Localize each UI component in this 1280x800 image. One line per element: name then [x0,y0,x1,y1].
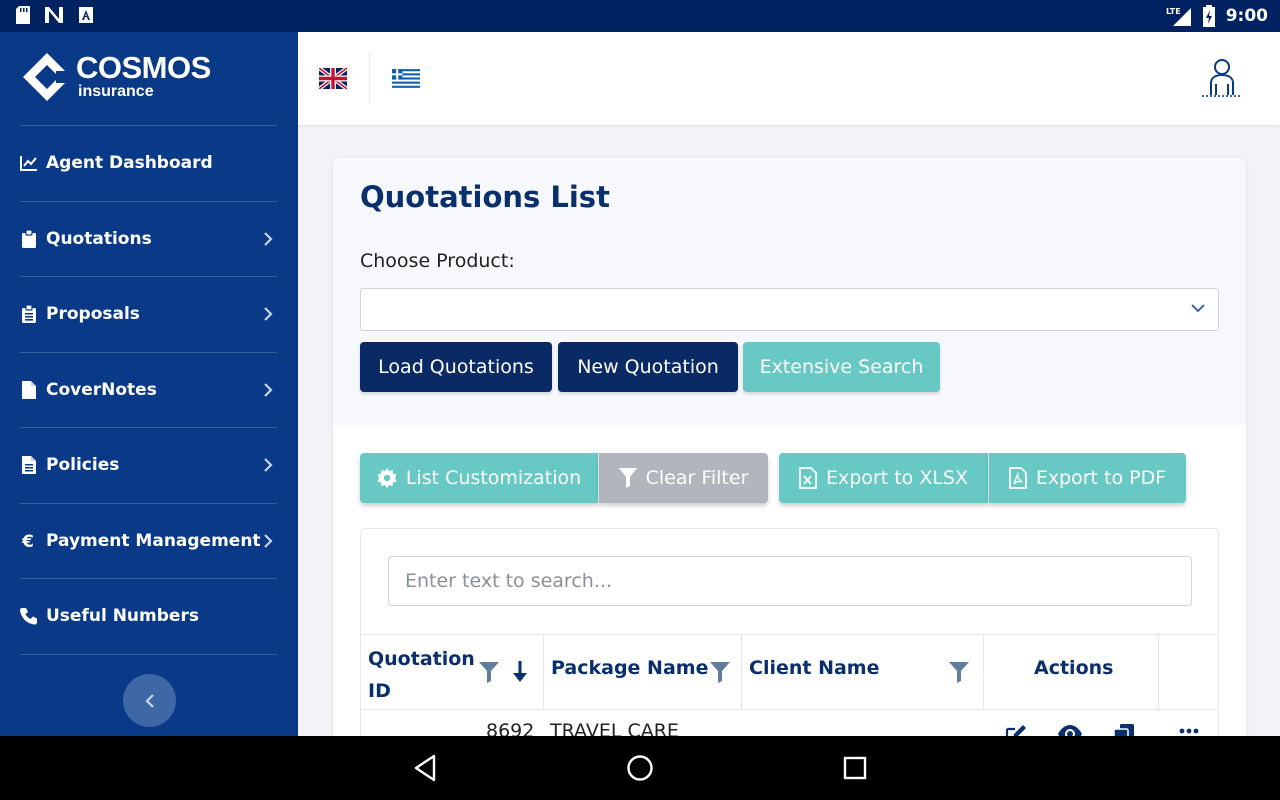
column-label: Quotation ID [368,648,475,702]
cosmos-logo-mark-icon [23,53,72,101]
sidebar-item-proposals[interactable]: Proposals [20,277,277,353]
sidebar-item-quotations[interactable]: Quotations [20,202,277,277]
column-header-client-name[interactable]: Client Name [742,635,984,710]
sd-card-icon [16,6,30,24]
euro-icon: € [20,532,38,550]
chevron-right-icon [264,458,273,473]
sidebar-item-label: Payment Management [46,530,261,551]
sidebar-item-label: Quotations [46,228,152,249]
chevron-right-icon [264,382,273,397]
cosmos-logo[interactable]: COSMOS insurance [22,52,211,102]
svg-text:LTE: LTE [1166,7,1181,16]
filter-icon[interactable] [479,661,499,683]
chevron-left-icon [144,693,154,708]
column-header-actions: Actions [984,635,1159,710]
clipboard-icon [20,229,38,248]
sidebar-item-payment-management[interactable]: € Payment Management [20,504,277,579]
filter-icon[interactable] [949,661,969,683]
extensive-search-button[interactable]: Extensive Search [743,342,940,392]
choose-product-label: Choose Product: [360,250,515,272]
sidebar-item-label: Proposals [46,304,140,325]
sidebar-item-policies[interactable]: Policies [20,428,277,504]
column-label: Client Name [749,657,880,679]
signal-icon: LTE [1166,7,1191,26]
clock: 9:00 [1225,6,1268,26]
file-text-icon [20,456,38,475]
file-icon [20,380,38,399]
column-header-quotation-id[interactable]: Quotation ID [361,635,544,710]
export-xlsx-label: Export to XLSX [825,467,969,489]
filter-icon[interactable] [710,661,730,683]
battery-icon [1202,5,1215,27]
clipboard-list-icon [20,305,38,324]
search-input[interactable] [388,556,1192,606]
sidebar-nav: Agent Dashboard Quotations Proposals Cov… [20,125,277,655]
new-quotation-button[interactable]: New Quotation [558,342,738,392]
page-title: Quotations List [360,180,610,214]
greek-flag-icon[interactable] [392,68,420,89]
recents-icon[interactable] [843,754,867,782]
chevron-down-icon [1191,304,1205,313]
clear-filter-button[interactable]: Clear Filter [599,453,768,503]
language-divider [369,52,370,103]
svg-text:€: € [22,532,34,550]
sidebar: COSMOS insurance Agent Dashboard Quotati… [0,32,298,736]
chart-line-icon [20,154,38,172]
chevron-right-icon [264,307,273,322]
quotations-card: Quotations List Choose Product: Load Quo… [333,158,1246,758]
chevron-right-icon [264,231,273,246]
more-options-icon[interactable] [1179,728,1199,734]
export-pdf-label: Export to PDF [1035,467,1167,489]
table-header: Quotation ID Package Name Client Name Ac… [361,634,1218,710]
user-account-icon[interactable] [1200,58,1244,98]
export-pdf-button[interactable]: Export to PDF [989,453,1186,503]
sidebar-item-covernotes[interactable]: CoverNotes [20,353,277,428]
n-icon [45,7,63,23]
chevron-right-icon [264,533,273,548]
gear-icon [377,468,397,488]
load-quotations-button[interactable]: Load Quotations [360,342,552,392]
sidebar-item-label: Policies [46,455,120,476]
sidebar-item-label: CoverNotes [46,379,157,400]
quotations-list-section: List Customization Clear Filter Export t… [333,425,1246,758]
quotations-table: Quotation ID Package Name Client Name Ac… [360,528,1219,758]
column-label: Package Name [551,657,709,679]
sidebar-item-label: Agent Dashboard [46,153,213,174]
back-icon[interactable] [413,754,437,782]
phone-icon [20,607,38,625]
sort-down-arrow-icon[interactable] [512,661,528,683]
column-label: Actions [1034,657,1114,679]
product-select[interactable] [360,288,1219,331]
file-pdf-icon [1008,467,1027,489]
file-excel-icon [799,467,817,489]
column-header-package-name[interactable]: Package Name [544,635,742,710]
logo-subtitle: insurance [78,83,154,100]
android-navigation-bar [0,736,1280,800]
sidebar-item-agent-dashboard[interactable]: Agent Dashboard [20,126,277,202]
a-icon [79,7,93,23]
sidebar-item-useful-numbers[interactable]: Useful Numbers [20,579,277,655]
filter-icon [618,468,637,488]
logo-brand: COSMOS [76,50,211,85]
clear-filter-label: Clear Filter [645,467,749,489]
list-customization-button[interactable]: List Customization [360,453,598,503]
list-customization-label: List Customization [405,467,582,489]
home-icon[interactable] [626,754,654,782]
export-xlsx-button[interactable]: Export to XLSX [779,453,988,503]
column-header-more [1159,635,1218,710]
status-bar: LTE 9:00 [0,0,1280,32]
uk-flag-icon[interactable] [319,68,347,89]
collapse-sidebar-button[interactable] [123,674,176,727]
top-header [298,32,1280,125]
sidebar-item-label: Useful Numbers [46,606,199,627]
